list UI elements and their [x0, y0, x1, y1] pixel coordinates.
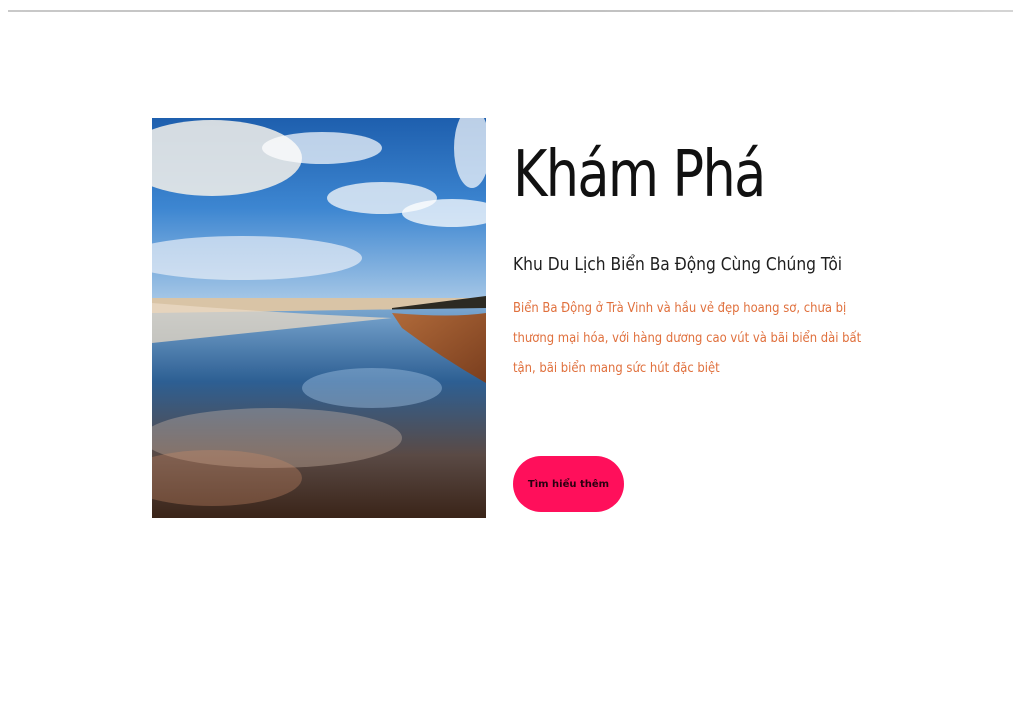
top-divider: [8, 10, 1013, 12]
hero-subtitle: Khu Du Lịch Biển Ba Động Cùng Chúng Tôi: [513, 254, 843, 276]
page-title: Khám Phá: [513, 138, 766, 212]
hero-description: Biển Ba Động ở Trà Vinh và hầu vẻ đẹp ho…: [513, 300, 862, 377]
page: Khám Phá Khu Du Lịch Biển Ba Động Cùng C…: [0, 0, 1021, 702]
learn-more-button[interactable]: Tìm hiểu thêm: [513, 456, 624, 512]
beach-photo: [152, 118, 486, 518]
hero-content: Khám Phá Khu Du Lịch Biển Ba Động Cùng C…: [513, 140, 893, 383]
